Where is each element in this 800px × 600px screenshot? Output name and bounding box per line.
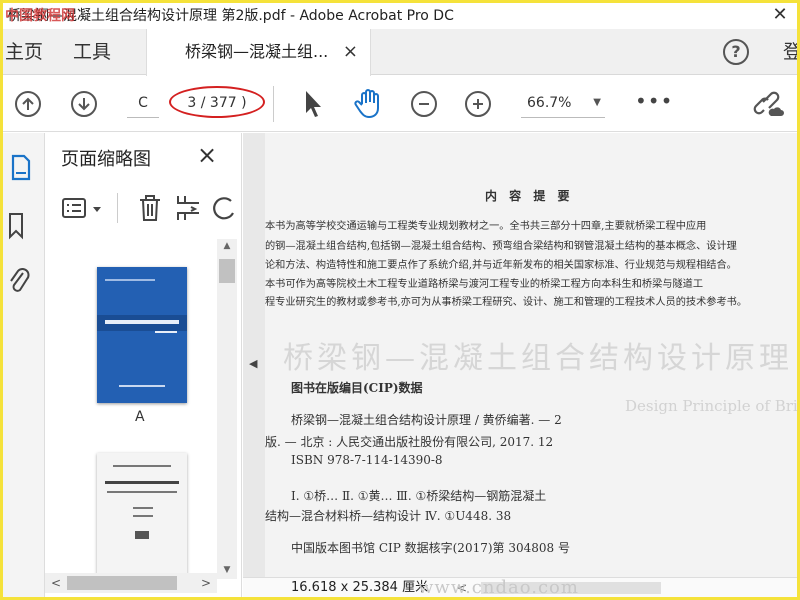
zoom-value: 66.7% [527, 95, 572, 111]
abstract-heading: 内 容 提 要 [485, 189, 574, 203]
hand-icon[interactable] [353, 88, 385, 120]
chevron-down-icon: ▼ [593, 97, 601, 108]
cip-line: 桥梁钢—混凝土组合结构设计原理 / 黄侨编著. — 2 [291, 413, 562, 427]
arrow-down-circle-icon[interactable] [71, 91, 97, 117]
cip-line: 版. — 北京 : 人民交通出版社股份有限公司, 2017. 12 [265, 435, 554, 449]
thumb-line [133, 507, 153, 509]
toolbar: C 3 / 377 ) 66.7% ▼ ••• [3, 76, 797, 132]
arrow-up-circle-icon[interactable] [15, 91, 41, 117]
rotate-icon[interactable] [213, 195, 237, 223]
cip-line: ISBN 978-7-114-14390-8 [291, 453, 443, 467]
divider [273, 86, 274, 122]
scroll-up-icon[interactable]: ▲ [217, 241, 237, 251]
bookmark-icon[interactable] [7, 211, 27, 241]
crop-icon[interactable] [175, 193, 203, 223]
document-view[interactable]: ◀ 桥梁钢—混凝土组合结构设计原理 Design Principle of Br… [243, 133, 797, 577]
close-window-button[interactable]: ✕ [765, 3, 795, 29]
tab-close-icon[interactable]: × [343, 29, 358, 75]
watermark: www.cndao.com [418, 577, 579, 597]
thumbnail-page-1[interactable] [97, 267, 187, 403]
thumb-line [119, 385, 165, 387]
acrobat-window: 桥梁钢—混凝土组合结构设计原理 第2版.pdf - Adobe Acrobat … [3, 3, 797, 597]
scroll-left-icon[interactable]: < [51, 573, 61, 593]
pages-icon[interactable] [9, 153, 33, 183]
help-button[interactable]: ? [723, 39, 749, 65]
pointer-icon[interactable] [303, 89, 325, 119]
thumb-line [135, 531, 149, 539]
trash-icon[interactable] [137, 193, 163, 223]
tab-bar: 主页 工具 桥梁钢—混凝土组... × ? 登 [3, 29, 797, 76]
tab-document-label: 桥梁钢—混凝土组... [185, 42, 329, 61]
zoom-out-icon[interactable] [411, 91, 437, 117]
scroll-right-icon[interactable]: > [201, 573, 211, 593]
thumb-line [155, 331, 177, 333]
scrollbar-thumb[interactable] [219, 259, 235, 283]
thumb-line [105, 279, 155, 281]
sign-in-button[interactable]: 登 [783, 29, 797, 75]
thumb-line [113, 465, 171, 467]
thumbnail-horizontal-scrollbar[interactable]: < > [45, 573, 217, 593]
thumb-line [105, 481, 179, 484]
scroll-down-icon[interactable]: ▼ [217, 565, 237, 575]
close-panel-icon[interactable]: × [197, 141, 217, 169]
thumbnails-panel: 页面缩略图 × A ▲ ▼ < > [45, 133, 242, 597]
thumbnail-page-2[interactable] [97, 453, 187, 579]
bleed-through-title: 桥梁钢—混凝土组合结构设计原理 [283, 341, 793, 376]
divider [117, 193, 118, 223]
pdf-page: 桥梁钢—混凝土组合结构设计原理 Design Principle of Brid… [265, 133, 797, 577]
abstract-line: 论和方法、构造特性和施工要点作了系统介绍,并与近年新发布的相关国家标准、行业规范… [265, 260, 737, 271]
attachment-icon[interactable] [7, 265, 31, 297]
classification-line: 结构—混合材料桥—结构设计 Ⅳ. ①U448. 38 [265, 509, 512, 523]
tab-tools[interactable]: 工具 [73, 29, 111, 75]
thumbnail-list: A [45, 239, 217, 579]
thumbnail-vertical-scrollbar[interactable]: ▲ ▼ [217, 239, 237, 579]
panel-title: 页面缩略图 [61, 149, 151, 170]
page-dimensions: 16.618 x 25.384 厘米 [291, 580, 429, 595]
abstract-line: 的钢—混凝土组合结构,包括钢—混凝土组合结构、预弯组合梁结构和钢管混凝土结构的基… [265, 241, 737, 252]
abstract-line: 程专业研究生的教材或参考书,亦可为从事桥梁工程研究、设计、施工和管理的工程技术人… [265, 297, 748, 308]
collapse-panel-icon[interactable]: ◀ [249, 357, 257, 370]
thumb-line [107, 491, 177, 493]
annotation-oval [169, 86, 265, 118]
bleed-through-subtitle: Design Principle of Bridge Steel-Concret… [625, 397, 797, 415]
classification-line: Ⅰ. ①桥… Ⅱ. ①黄… Ⅲ. ①桥梁结构—钢筋混凝土 [291, 489, 547, 503]
link-icon[interactable] [751, 88, 785, 120]
cip-number: 中国版本图书馆 CIP 数据核字(2017)第 304808 号 [291, 541, 570, 555]
thumbnail-label: A [135, 409, 145, 425]
scrollbar-thumb[interactable] [67, 576, 177, 590]
thumbnail-toolbar [45, 189, 242, 229]
tab-document[interactable]: 桥梁钢—混凝土组... × [146, 29, 371, 76]
page-number-input[interactable]: C [127, 88, 159, 118]
thumb-line [105, 320, 179, 324]
options-icon[interactable] [61, 197, 107, 221]
watermark-top: 中国教程网 [5, 8, 75, 24]
left-tool-rail [3, 133, 45, 597]
abstract-line: 本书可作为高等院校土木工程专业道路桥梁与渡河工程专业的桥梁工程方向本科生和桥梁与… [265, 279, 704, 290]
tab-home[interactable]: 主页 [5, 29, 43, 75]
zoom-in-icon[interactable] [465, 91, 491, 117]
cip-heading: 图书在版编目(CIP)数据 [291, 381, 423, 395]
zoom-select[interactable]: 66.7% ▼ [521, 88, 605, 118]
thumb-line [133, 515, 153, 517]
more-options-button[interactable]: ••• [635, 88, 672, 118]
title-bar: 桥梁钢—混凝土组合结构设计原理 第2版.pdf - Adobe Acrobat … [3, 3, 797, 29]
abstract-line: 本书为高等学校交通运输与工程类专业规划教材之一。全书共三部分十四章,主要就桥梁工… [265, 221, 707, 232]
